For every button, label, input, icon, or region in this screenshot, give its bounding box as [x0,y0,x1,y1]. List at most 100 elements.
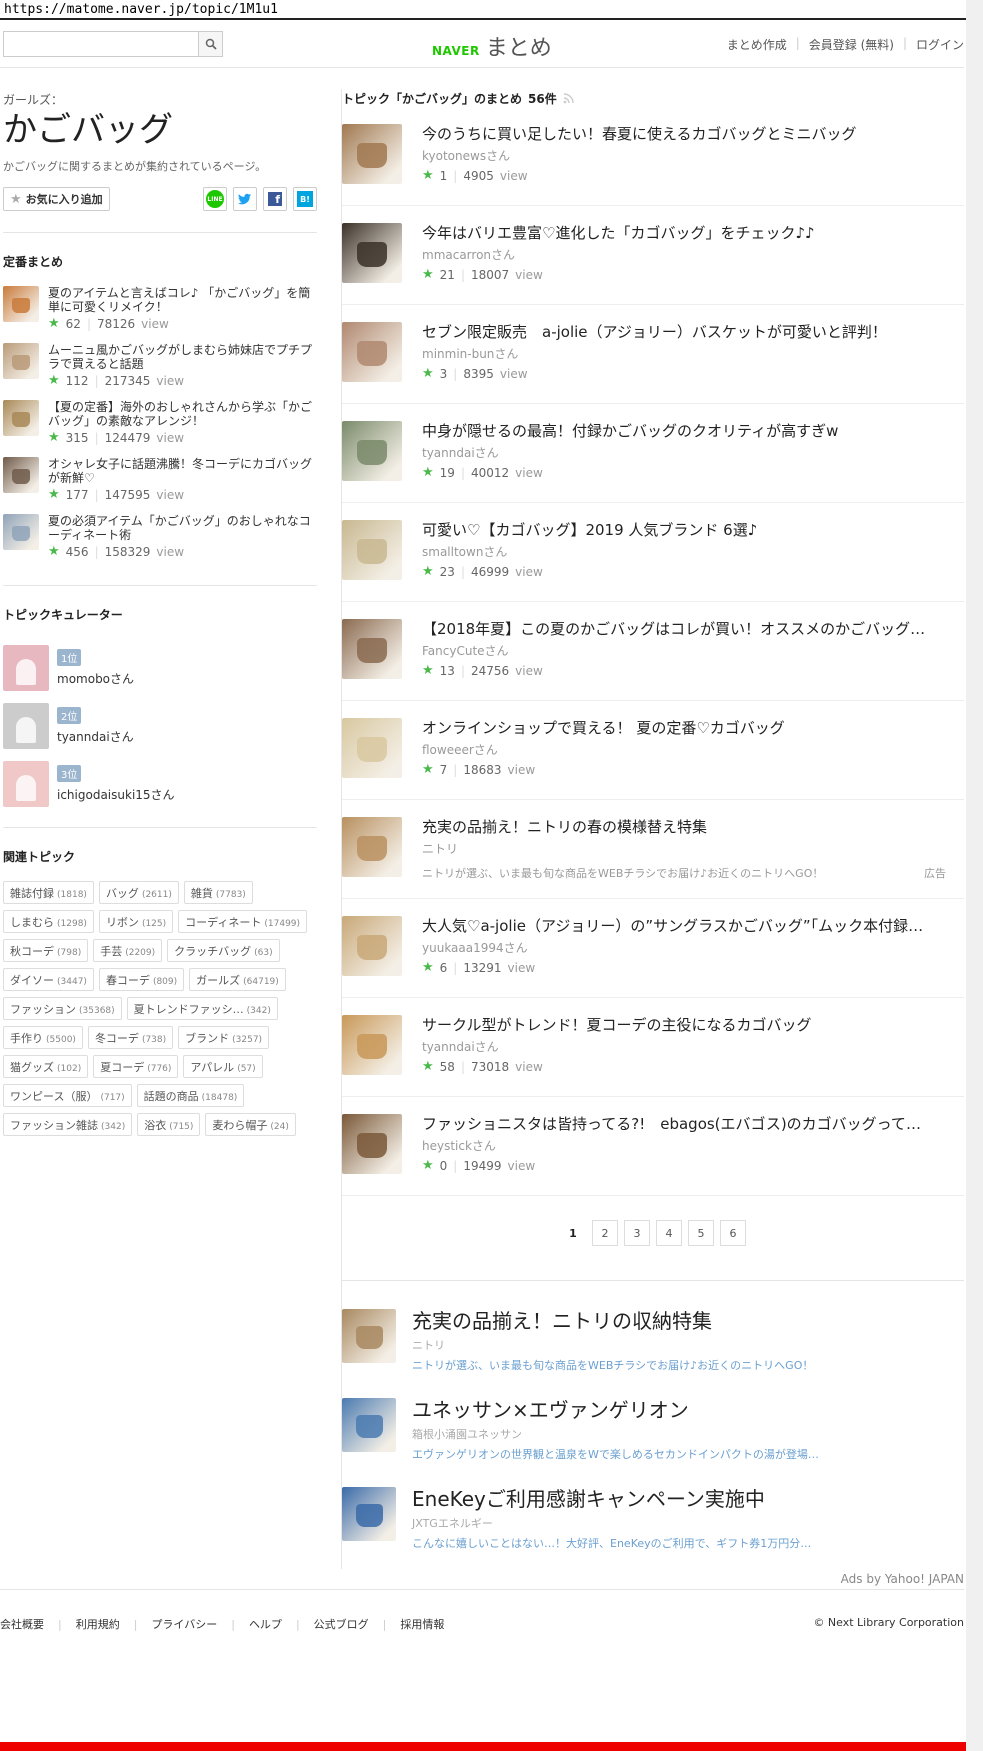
matome-thumbnail[interactable] [342,619,402,679]
matome-item[interactable]: オンラインショップで買える！ 夏の定番♡カゴバッグ floweeerさん ★ 7 | 18… [342,701,964,800]
matome-item[interactable]: ファッショニスタは皆持ってる?! ebagos(エバゴス)のカゴバッグって一… h… [342,1097,964,1196]
related-tag[interactable]: 手作り (5500) [3,1026,83,1049]
matome-thumbnail[interactable] [342,718,402,778]
standard-thumbnail[interactable] [3,343,39,379]
matome-item[interactable]: セブン限定販売 a-jolie（アジョリー）バスケットが可愛いと評判！ minmi… [342,305,964,404]
footer-link[interactable]: 利用規約 [76,1618,120,1631]
standard-item[interactable]: 夏のアイテムと言えばコレ♪ 「かごバッグ」を簡単に可愛くリメイク！ ★ 62 | 781… [3,286,317,343]
matome-thumbnail[interactable] [342,322,402,382]
create-matome-link[interactable]: まとめ作成 [727,36,787,53]
ad-description[interactable]: ニトリが選ぶ、いま最も旬な商品をWEBチラシでお届け♪お近くのニトリへGO！ [412,1357,822,1373]
matome-item[interactable]: サークル型がトレンド！夏コーデの主役になるカゴバッグ tyanndaiさん ★ 58 |… [342,998,964,1097]
related-tag[interactable]: ファッション (35368) [3,997,122,1020]
related-tag[interactable]: 話題の商品 (18478) [136,1084,245,1107]
matome-item-author[interactable]: tyanndaiさん [422,444,934,461]
matome-item-title[interactable]: 可愛い♡【カゴバッグ】2019 人気ブランド 6選♪ [422,520,934,540]
curator-name[interactable]: momoboさん [57,670,134,687]
matome-item[interactable]: 今年はバリエ豊富♡進化した「カゴバッグ」をチェック♪♪ mmacarronさん ★ 2… [342,206,964,305]
page-link-5[interactable]: 5 [688,1220,714,1246]
avatar[interactable] [3,703,49,749]
matome-item[interactable]: 今のうちに買い足したい！春夏に使えるカゴバッグとミニバッグ kyotonewsさん… [342,107,964,206]
matome-item-title[interactable]: 今年はバリエ豊富♡進化した「カゴバッグ」をチェック♪♪ [422,223,934,243]
standard-item-title[interactable]: 【夏の定番】海外のおしゃれさんから学ぶ「かごバッグ」の素敵なアレンジ！ [48,400,317,428]
matome-thumbnail[interactable] [342,421,402,481]
footer-link[interactable]: 公式ブログ [314,1618,369,1631]
related-tag[interactable]: 浴衣 (715) [137,1113,201,1136]
matome-item-title[interactable]: オンラインショップで買える！ 夏の定番♡カゴバッグ [422,718,934,738]
standard-item-title[interactable]: ムーニュ風かごバッグがしまむら姉妹店でプチプラで買えると話題 [48,343,317,371]
related-tag[interactable]: ブランド (3257) [178,1026,270,1049]
related-tag[interactable]: 秋コーデ (798) [3,939,89,962]
matome-thumbnail[interactable] [342,223,402,283]
matome-item[interactable]: 【2018年夏】この夏のかごバッグはコレが買い！オススメのかごバッグ… Fancy… [342,602,964,701]
matome-item-author[interactable]: minmin-bunさん [422,345,934,362]
related-tag[interactable]: しまむら (1298) [3,910,94,933]
address-bar[interactable]: https://matome.naver.jp/topic/1M1u1 [0,0,966,20]
related-tag[interactable]: 手芸 (2209) [93,939,163,962]
matome-thumbnail[interactable] [342,1015,402,1075]
search-input[interactable] [4,32,198,56]
related-tag[interactable]: 猫グッズ (102) [3,1055,89,1078]
inline-ad[interactable]: 充実の品揃え！ニトリの春の模様替え特集 ニトリ ニトリが選ぶ、いま最も旬な商品をWE… [342,800,964,899]
matome-thumbnail[interactable] [342,520,402,580]
footer-link[interactable]: ヘルプ [249,1618,282,1631]
standard-thumbnail[interactable] [3,286,39,322]
ad-description[interactable]: こんなに嬉しいことはない…！大好評、EneKeyのご利用で、ギフト券1万円分… [412,1535,822,1551]
related-tag[interactable]: ファッション雑誌 (342) [3,1113,133,1136]
matome-item-title[interactable]: 【2018年夏】この夏のかごバッグはコレが買い！オススメのかごバッグ… [422,619,934,639]
site-logo[interactable]: NAVER まとめ [432,30,552,62]
footer-link[interactable]: プライバシー [151,1618,217,1631]
standard-thumbnail[interactable] [3,400,39,436]
twitter-share-button[interactable] [233,187,257,211]
rss-icon[interactable] [563,92,574,104]
inline-ad-title[interactable]: 充実の品揃え！ニトリの春の模様替え特集 [422,817,934,837]
page-link-4[interactable]: 4 [656,1220,682,1246]
page-link-6[interactable]: 6 [720,1220,746,1246]
standard-item-title[interactable]: オシャレ女子に話題沸騰！冬コーデにカゴバッグが新鮮♡ [48,457,317,485]
matome-item-author[interactable]: floweeerさん [422,741,934,758]
ad-item[interactable]: 充実の品揃え！ニトリの収納特集 ニトリ ニトリが選ぶ、いま最も旬な商品をWEBチラシ… [342,1309,964,1398]
ad-title[interactable]: EneKeyご利用感謝キャンペーン実施中 [412,1487,822,1511]
related-tag[interactable]: 雑誌付録 (1818) [3,881,94,904]
ad-thumbnail[interactable] [342,817,402,877]
matome-thumbnail[interactable] [342,916,402,976]
related-tag[interactable]: 麦わら帽子 (24) [205,1113,296,1136]
standard-item-title[interactable]: 夏の必須アイテム「かごバッグ」のおしゃれなコーディネート術 [48,514,317,542]
hatena-share-button[interactable]: B! [293,187,317,211]
related-tag[interactable]: バッグ (2611) [98,881,179,904]
matome-thumbnail[interactable] [342,1114,402,1174]
related-tag[interactable]: 夏コーデ (776) [93,1055,179,1078]
standard-thumbnail[interactable] [3,514,39,550]
footer-link[interactable]: 会社概要 [0,1618,44,1631]
related-tag[interactable]: 雑貨 (7783) [183,881,253,904]
related-tag[interactable]: アパレル (57) [183,1055,263,1078]
matome-item-author[interactable]: mmacarronさん [422,246,934,263]
search-button[interactable] [198,32,222,56]
ad-title[interactable]: ユネッサン×エヴァンゲリオン [412,1398,822,1422]
ad-title[interactable]: 充実の品揃え！ニトリの収納特集 [412,1309,822,1333]
related-tag[interactable]: 冬コーデ (738) [87,1026,174,1049]
matome-item-author[interactable]: FancyCuteさん [422,642,934,659]
curator-name[interactable]: tyanndaiさん [57,728,134,745]
matome-item-title[interactable]: セブン限定販売 a-jolie（アジョリー）バスケットが可愛いと評判！ [422,322,934,342]
matome-item-title[interactable]: 今のうちに買い足したい！春夏に使えるカゴバッグとミニバッグ [422,124,934,144]
matome-item-author[interactable]: yuukaaa1994さん [422,939,934,956]
standard-item[interactable]: オシャレ女子に話題沸騰！冬コーデにカゴバッグが新鮮♡ ★ 177 | 147595 vie… [3,457,317,514]
related-tag[interactable]: リボン (125) [98,910,174,933]
related-tag[interactable]: コーディネート (17499) [178,910,308,933]
related-tag[interactable]: 夏トレンドファッシ… (342) [126,997,278,1020]
matome-item[interactable]: 可愛い♡【カゴバッグ】2019 人気ブランド 6選♪ smalltownさん ★ 23… [342,503,964,602]
standard-item-title[interactable]: 夏のアイテムと言えばコレ♪ 「かごバッグ」を簡単に可愛くリメイク！ [48,286,317,314]
matome-item-author[interactable]: tyanndaiさん [422,1038,934,1055]
footer-link[interactable]: 採用情報 [400,1618,444,1631]
ad-thumbnail[interactable] [342,1398,396,1452]
scrollbar[interactable] [966,0,983,1751]
curator-item[interactable]: 3位 ichigodaisuki15さん [3,755,317,813]
standard-item[interactable]: ムーニュ風かごバッグがしまむら姉妹店でプチプラで買えると話題 ★ 112 | 21734… [3,343,317,400]
matome-item-title[interactable]: ファッショニスタは皆持ってる?! ebagos(エバゴス)のカゴバッグって一… [422,1114,934,1134]
add-favorite-button[interactable]: ★ お気に入り追加 [3,187,110,211]
login-link[interactable]: ログイン [916,36,964,53]
page-link-1[interactable]: 1 [560,1220,586,1246]
matome-item-title[interactable]: 中身が隠せるの最高！付録かごバッグのクオリティが高すぎw [422,421,934,441]
matome-thumbnail[interactable] [342,124,402,184]
